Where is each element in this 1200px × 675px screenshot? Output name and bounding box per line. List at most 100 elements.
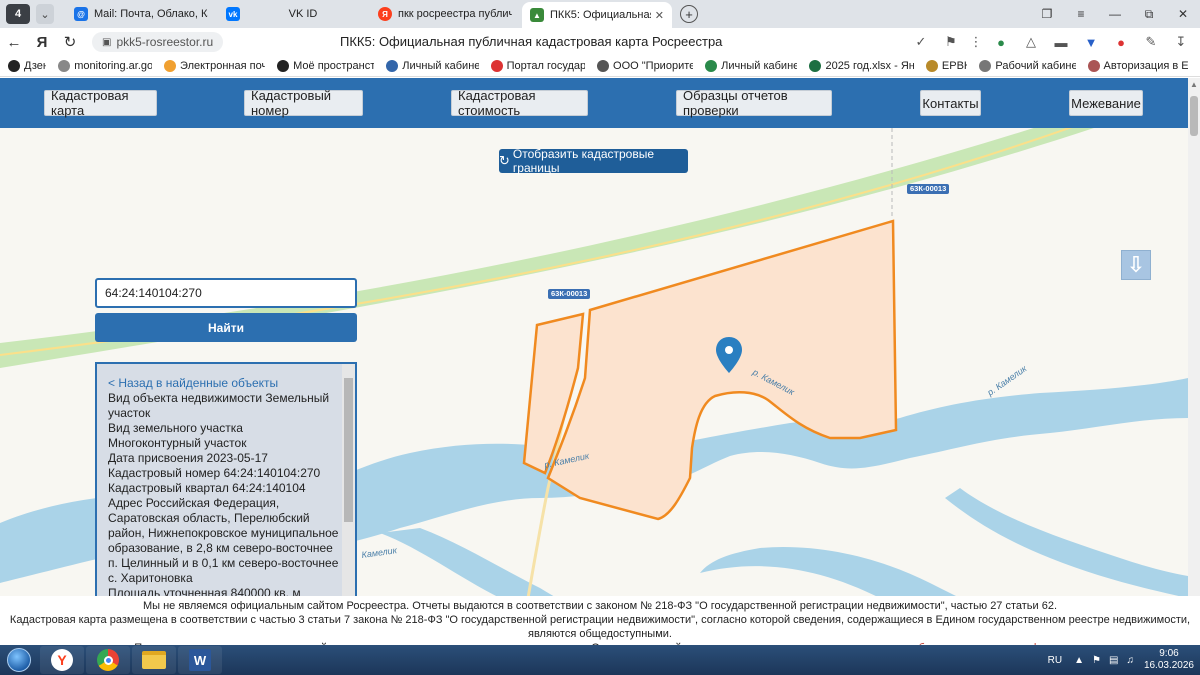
new-tab-button[interactable]: +: [680, 5, 698, 23]
window-controls: ❐ ≡ — ⧉ ✕: [1030, 0, 1200, 28]
nav-cadastral-number[interactable]: Кадастровый номер: [244, 88, 363, 118]
start-button[interactable]: [0, 645, 38, 675]
tab-title: ПКК5: Официальная пу: [550, 9, 651, 21]
no-tracking-icon[interactable]: ✓: [906, 34, 936, 50]
page-content: Кадастровая карта Кадастровый номер Када…: [0, 78, 1188, 645]
scroll-down-arrow-icon[interactable]: ⇩: [1121, 250, 1151, 280]
taskbar-yandex-browser[interactable]: Y: [40, 646, 84, 674]
bookmark-item[interactable]: Личный кабинет: [386, 60, 479, 72]
minimize-icon[interactable]: —: [1098, 7, 1132, 21]
bookmark-item[interactable]: Рабочий кабинет: [979, 60, 1076, 72]
yandex-browser-icon: Y: [51, 649, 73, 671]
bookmark-label: ООО "Приоритет: [613, 60, 694, 72]
more-icon[interactable]: ⋮: [966, 34, 986, 50]
close-window-icon[interactable]: ✕: [1166, 7, 1200, 21]
info-line: Дата присвоения 2023-05-17: [108, 451, 268, 465]
bookmark-item[interactable]: Электронная почт: [164, 60, 265, 72]
extensions-icon[interactable]: ✎: [1136, 34, 1166, 50]
close-tab-icon[interactable]: ✕: [655, 9, 664, 22]
nav-report-samples[interactable]: Образцы отчетов проверки: [676, 88, 832, 118]
nav-contacts[interactable]: Контакты: [920, 90, 981, 116]
bookmark-label: Портал государс: [506, 60, 586, 72]
bookmark-item[interactable]: ЕРВК: [925, 60, 967, 72]
back-icon[interactable]: ←: [0, 34, 28, 51]
disclaimer-line: Кадастровая карта размещена в соответств…: [9, 614, 1191, 640]
bookmark-label: Авторизация в Ед: [1103, 60, 1188, 72]
bookmark-item[interactable]: monitoring.ar.gov: [58, 60, 152, 72]
bookmark-item[interactable]: Авторизация в Ед: [1087, 60, 1188, 72]
url-field[interactable]: ▣ pkk5-rosreestor.ru: [92, 32, 224, 52]
language-indicator[interactable]: RU: [1048, 655, 1062, 666]
reload-icon[interactable]: ↻: [56, 33, 84, 51]
extension-icon[interactable]: ▬: [1046, 35, 1076, 50]
bookmark-favicon-icon: [386, 60, 399, 72]
nav-surveying[interactable]: Межевание: [1069, 90, 1143, 116]
extension-icon[interactable]: ▼: [1076, 35, 1106, 50]
bookmark-favicon-icon: [277, 60, 290, 72]
browser-tab[interactable]: vk VK ID: [218, 2, 368, 26]
bookmark-favicon-icon: [58, 60, 71, 72]
show-cadastral-borders-button[interactable]: ↻ Отобразить кадастровые границы: [499, 147, 688, 175]
info-scrollbar[interactable]: [342, 364, 355, 602]
bookmark-item[interactable]: Моё пространств: [277, 60, 374, 72]
flag-icon[interactable]: ⚑: [1092, 655, 1101, 666]
bookmark-item[interactable]: Личный кабинет: [705, 60, 797, 72]
yandex-icon: Я: [378, 7, 392, 21]
nav-cadastral-value[interactable]: Кадастровая стоимость: [451, 88, 588, 118]
bookmark-label: Рабочий кабинет: [995, 60, 1076, 72]
info-line: Адрес Российская Федерация, Саратовская …: [108, 496, 339, 585]
volume-icon[interactable]: ♫: [1126, 655, 1134, 666]
bookmark-label: Моё пространств: [293, 60, 375, 72]
taskbar-explorer[interactable]: [132, 646, 176, 674]
yandex-home-icon[interactable]: Я: [28, 34, 56, 51]
extension-icon[interactable]: ●: [1106, 35, 1136, 50]
cadastral-number-input[interactable]: [95, 278, 357, 308]
browser-tab[interactable]: @ Mail: Почта, Облако, Кале: [66, 2, 216, 26]
disclaimer-footer: Мы не являемся официальным сайтом Росрее…: [0, 596, 1200, 654]
info-scrollbar-thumb[interactable]: [344, 378, 353, 522]
nav-cadastral-map[interactable]: Кадастровая карта: [44, 88, 157, 118]
bookmark-item[interactable]: 2025 год.xlsx - Янд: [809, 60, 914, 72]
taskbar-chrome[interactable]: [86, 646, 130, 674]
bookmark-panel-icon[interactable]: ❐: [1030, 7, 1064, 21]
bookmark-label: Электронная почт: [180, 60, 266, 72]
url-text: pkk5-rosreestor.ru: [116, 35, 214, 49]
bookmark-item[interactable]: Дзен: [8, 60, 46, 72]
vk-icon: vk: [226, 7, 240, 21]
address-bar-actions: ✓ ⚑ ⋮ ● △ ▬ ▼ ● ✎ ↧: [906, 30, 1196, 54]
bookmark-icon[interactable]: ⚑: [936, 34, 966, 50]
browser-tab[interactable]: Я пкк росреестра публичн: [370, 2, 520, 26]
system-tray: RU ▲ ⚑ ▤ ♫ 9:06 16.03.2026: [1048, 645, 1194, 675]
extension-icon[interactable]: △: [1016, 34, 1046, 50]
page-scrollbar-thumb[interactable]: [1190, 96, 1198, 136]
site-nav: Кадастровая карта Кадастровый номер Када…: [0, 78, 1188, 128]
scroll-up-icon[interactable]: ▲: [1190, 80, 1198, 89]
restore-icon[interactable]: ⧉: [1132, 7, 1166, 22]
bookmark-item[interactable]: ООО "Приоритет: [597, 60, 693, 72]
network-icon[interactable]: ▤: [1109, 655, 1118, 666]
road-label: 63К-00013: [548, 289, 591, 299]
info-line: Вид объекта недвижимости Земельный участ…: [108, 391, 330, 420]
tabs-dropdown-button[interactable]: ⌄: [36, 4, 54, 24]
tab-title: VK ID: [288, 8, 318, 20]
clock[interactable]: 9:06 16.03.2026: [1144, 648, 1194, 672]
browser-tab-active[interactable]: ▲ ПКК5: Официальная пу ✕: [522, 2, 672, 28]
menu-icon[interactable]: ≡: [1064, 7, 1098, 21]
bookmark-favicon-icon: [979, 60, 992, 72]
info-line: Кадастровый квартал 64:24:140104: [108, 481, 306, 495]
downloads-icon[interactable]: ↧: [1166, 34, 1196, 50]
show-hidden-icons-icon[interactable]: ▲: [1074, 655, 1084, 666]
info-line: Кадастровый номер 64:24:140104:270: [108, 466, 321, 480]
back-to-results-link[interactable]: < Назад в найденные объекты: [108, 376, 339, 391]
bookmark-favicon-icon: [597, 60, 610, 72]
page-scrollbar[interactable]: ▲ ▼: [1188, 78, 1200, 645]
show-borders-label: Отобразить кадастровые границы: [512, 147, 655, 175]
tab-counter-button[interactable]: 4: [6, 4, 30, 24]
bookmark-label: Личный кабинет: [402, 60, 479, 72]
find-button[interactable]: Найти: [95, 313, 357, 342]
extension-icon[interactable]: ●: [986, 35, 1016, 50]
bookmark-label: 2025 год.xlsx - Янд: [825, 60, 914, 72]
taskbar-word[interactable]: W: [178, 646, 222, 674]
bookmark-item[interactable]: Портал государс: [490, 60, 586, 72]
mail-icon: @: [74, 7, 88, 21]
